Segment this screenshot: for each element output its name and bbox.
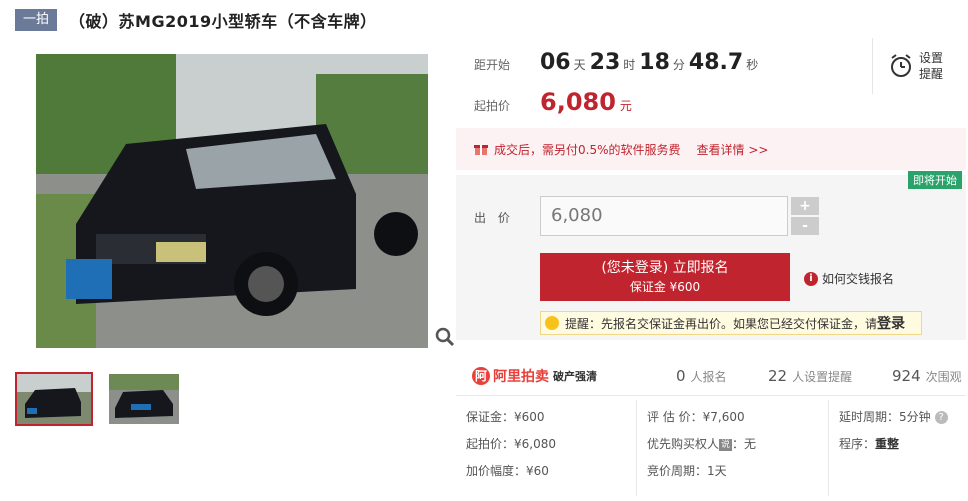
procedure-value: 重整: [875, 437, 900, 451]
bid-area: 即将开始 出 价 6,080 + - (您未登录) 立即报名 保证金 ¥600 …: [456, 171, 966, 340]
priority-buyer-value: ：无: [732, 437, 757, 451]
seconds-unit: 秒: [746, 58, 759, 72]
auction-info: 距开始 06 天 23 时 18 分 48.7 秒 起拍价 6,080 元 设置…: [456, 38, 966, 128]
bid-amount-input[interactable]: 6,080: [540, 196, 788, 236]
reminder-count: 22 人设置提醒: [768, 367, 892, 385]
status-badge: 即将开始: [908, 171, 962, 189]
gift-icon: [474, 145, 488, 155]
bid-label: 出 价: [474, 211, 514, 225]
login-link[interactable]: 登录: [877, 313, 905, 333]
alarm-clock-icon: [891, 54, 911, 77]
minutes-unit: 分: [672, 58, 685, 72]
signup-count-number: 0: [676, 366, 686, 385]
explain-badge[interactable]: 说: [719, 438, 733, 451]
fee-detail-link[interactable]: 查看详情 >>: [697, 141, 769, 158]
lightbulb-icon: [545, 316, 559, 330]
info-icon: i: [804, 271, 818, 286]
reminder-label: 设置提醒: [919, 51, 944, 81]
item-title: （破）苏MG2019小型轿车（不含车牌）: [69, 12, 377, 31]
delay-text: 延时周期：5分钟: [839, 410, 931, 424]
start-price-unit: 元: [619, 99, 632, 113]
countdown-hours: 23: [589, 50, 621, 75]
auction-details: 保证金：¥600 起拍价：¥6,080 加价幅度：¥60 评 估 价：¥7,60…: [456, 400, 966, 500]
start-price-info: 起拍价：¥6,080: [466, 437, 556, 451]
stats-row: 阿 阿里拍卖 破产强清 0 人报名 22 人设置提醒 924 次围观: [456, 356, 966, 396]
alibaba-auction-icon: 阿: [472, 366, 490, 385]
countdown-minutes: 18: [639, 50, 670, 75]
auction-round-badge: 一拍: [15, 9, 58, 31]
priority-buyer-info: 优先购买权人说：无: [647, 435, 756, 452]
procedure-label: 程序：: [839, 437, 876, 451]
increment-info: 加价幅度：¥60: [466, 464, 549, 478]
details-column-3: 延时周期：5分钟? 程序：重整: [828, 400, 966, 496]
fee-notice: 成交后，需另付0.5%的软件服务费 查看详情 >>: [456, 128, 966, 170]
how-to-pay-label: 如何交钱报名: [822, 272, 895, 286]
procedure-info: 程序：重整: [839, 435, 899, 452]
countdown: 距开始 06 天 23 时 18 分 48.7 秒: [474, 50, 762, 75]
thumbnail-2[interactable]: [109, 374, 179, 424]
signup-count: 0 人报名: [676, 367, 768, 385]
title-row: 一拍 （破）苏MG2019小型轿车（不含车牌）: [15, 8, 377, 32]
countdown-seconds: 48.7: [688, 50, 744, 75]
priority-buyer-label: 优先购买权人: [647, 437, 720, 451]
how-to-pay-link[interactable]: i 如何交钱报名: [804, 270, 894, 287]
days-unit: 天: [573, 58, 586, 72]
tip-text: 提醒：先报名交保证金再出价。如果您已经交付保证金，请: [565, 316, 878, 331]
signup-count-label: 人报名: [690, 369, 727, 384]
signup-button-label: (您未登录) 立即报名: [601, 260, 729, 276]
brand-logo: 阿 阿里拍卖 破产强清: [472, 366, 662, 386]
start-price-label: 起拍价: [474, 99, 511, 113]
countdown-days: 06: [540, 50, 571, 75]
countdown-label: 距开始: [474, 58, 511, 72]
appraisal-info: 评 估 价：¥7,600: [647, 410, 745, 424]
reminder-count-number: 22: [768, 366, 788, 385]
view-count: 924 次围观: [892, 367, 962, 385]
main-car-photo[interactable]: [36, 54, 428, 348]
deposit-amount: 保证金 ¥600: [629, 280, 701, 294]
details-column-1: 保证金：¥600 起拍价：¥6,080 加价幅度：¥60: [456, 400, 636, 496]
increase-bid-button[interactable]: +: [791, 197, 819, 215]
start-price-value: 6,080: [540, 88, 616, 116]
signup-button[interactable]: (您未登录) 立即报名 保证金 ¥600: [540, 253, 790, 301]
car-photo-image: [36, 54, 428, 348]
thumbnail-2-image: [109, 374, 179, 424]
delay-info: 延时周期：5分钟?: [839, 408, 948, 425]
start-price: 起拍价 6,080 元: [474, 88, 632, 116]
reminder-count-label: 人设置提醒: [792, 369, 853, 384]
auction-panel: 距开始 06 天 23 时 18 分 48.7 秒 起拍价 6,080 元 设置…: [456, 38, 966, 340]
brand-subtitle: 破产强清: [553, 369, 597, 383]
thumbnail-1[interactable]: [15, 372, 93, 426]
decrease-bid-button[interactable]: -: [791, 217, 819, 235]
view-count-label: 次围观: [925, 369, 962, 384]
brand-name: 阿里拍卖: [493, 368, 549, 385]
hours-unit: 时: [623, 58, 636, 72]
view-count-number: 924: [892, 366, 921, 385]
details-column-2: 评 估 价：¥7,600 优先购买权人说：无 竞价周期：1天: [636, 400, 826, 496]
set-reminder-button[interactable]: 设置提醒: [872, 38, 966, 94]
login-tip: 提醒：先报名交保证金再出价。如果您已经交付保证金，请 登录: [540, 311, 922, 335]
thumbnail-1-image: [17, 374, 91, 424]
help-icon[interactable]: ?: [934, 411, 948, 424]
zoom-icon[interactable]: [434, 326, 456, 348]
fee-notice-text: 成交后，需另付0.5%的软件服务费: [494, 142, 681, 157]
deposit-info: 保证金：¥600: [466, 410, 545, 424]
bid-cycle-info: 竞价周期：1天: [647, 464, 727, 478]
